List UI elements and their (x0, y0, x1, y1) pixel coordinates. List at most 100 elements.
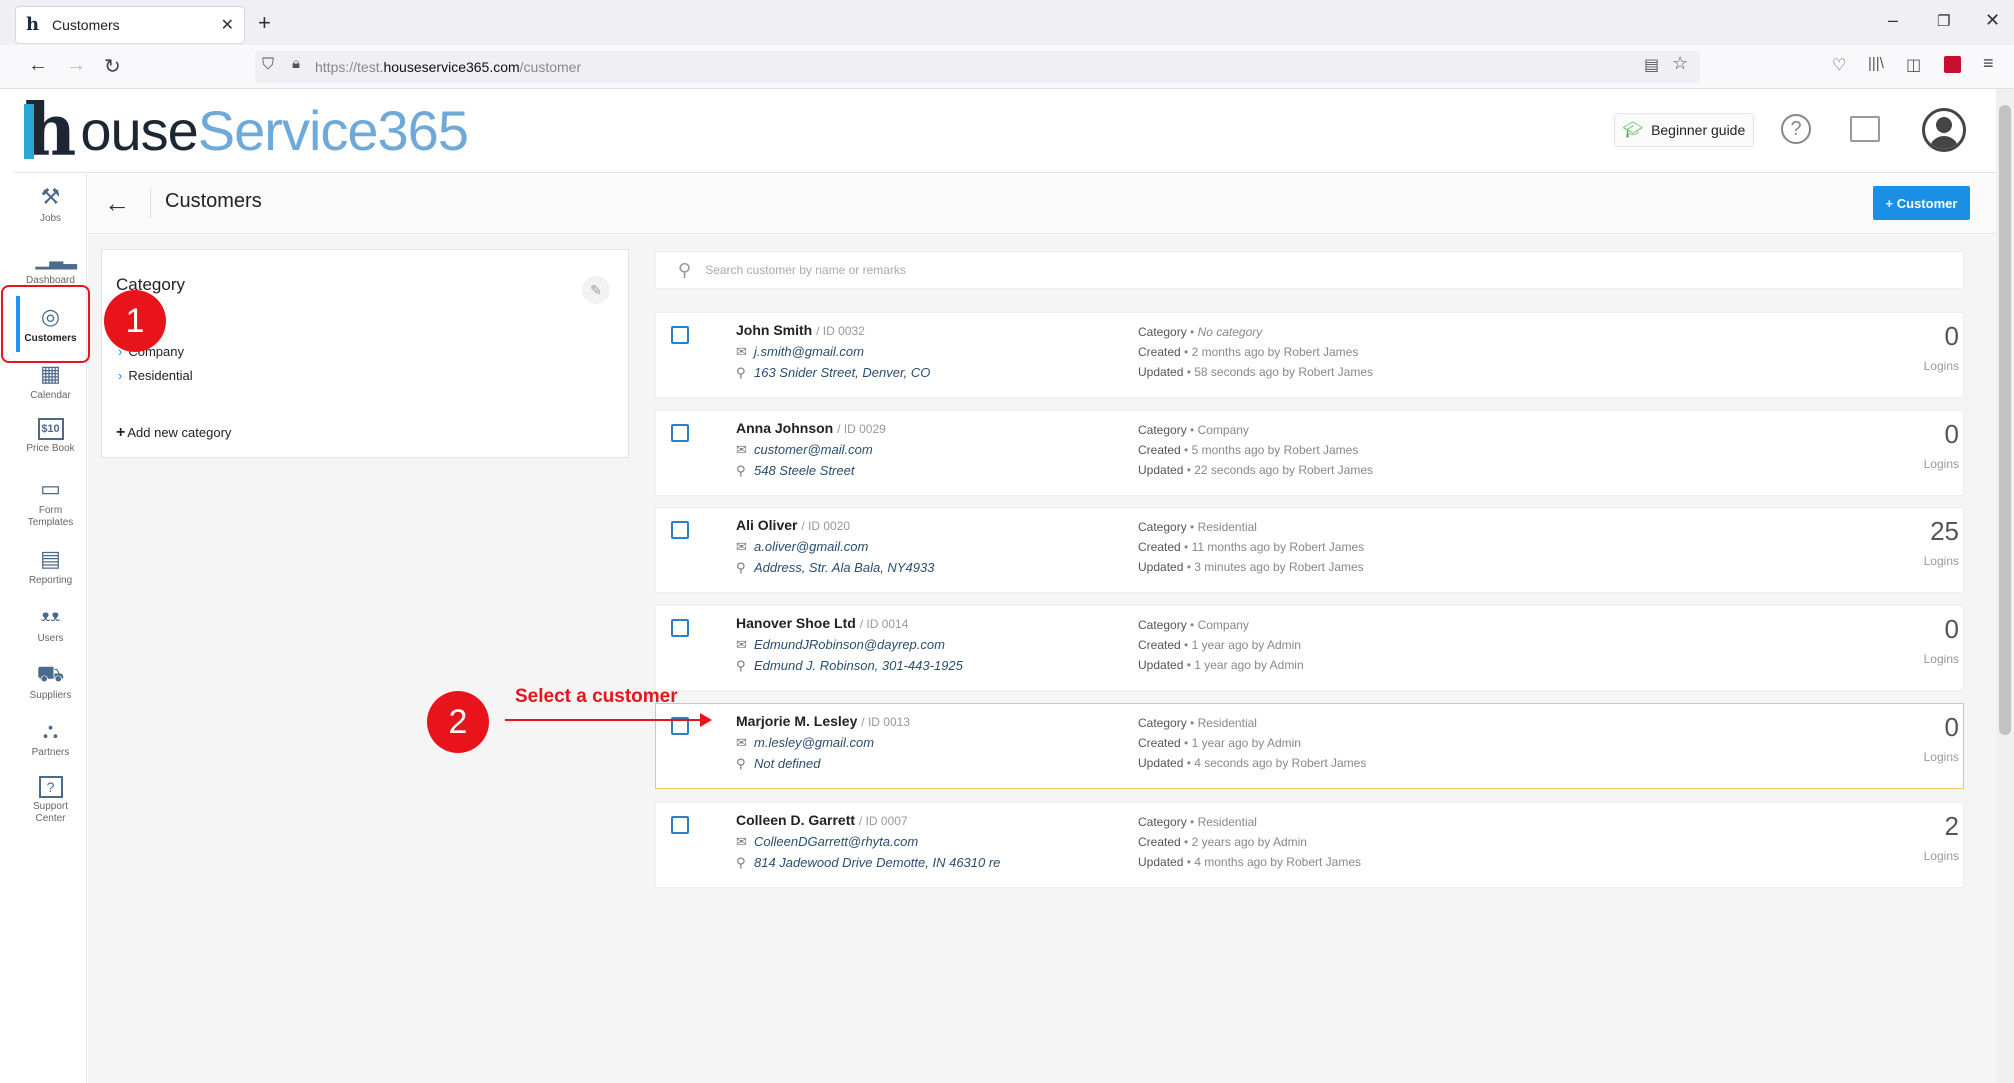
forward-icon[interactable]: → (66, 54, 86, 77)
customer-email[interactable]: ✉ EdmundJRobinson@dayrep.com (736, 637, 945, 653)
text-value: Updated (1138, 365, 1184, 379)
sidebar-item-jobs[interactable]: ⚒ Jobs (14, 184, 87, 224)
customer-name[interactable]: Colleen D. Garrett / ID 0007 (736, 812, 908, 828)
sidebar-item-price-book[interactable]: $10 Price Book (14, 418, 87, 454)
customer-email[interactable]: ✉ j.smith@gmail.com (736, 344, 864, 360)
customer-card[interactable]: Anna Johnson / ID 0029 ✉ customer@mail.com… (655, 410, 1964, 496)
text-value: • (1183, 463, 1195, 477)
houseservice365-logo[interactable]: h ouse Service365 (24, 87, 469, 172)
text-value: Updated (1138, 560, 1184, 574)
customer-card[interactable]: Ali Oliver / ID 0020 ✉ a.oliver@gmail.com ⚲… (655, 507, 1964, 593)
plus-icon: + (116, 424, 126, 441)
customer-email[interactable]: ✉ a.oliver@gmail.com (736, 539, 868, 555)
edit-pencil-icon[interactable]: ✎ (582, 276, 610, 304)
customer-checkbox[interactable] (671, 424, 689, 442)
text-value: 2 months ago by Robert James (1191, 345, 1359, 359)
location-pin-icon: ⚲ (736, 658, 746, 673)
extension-icon[interactable] (1944, 56, 1961, 73)
truck-icon: ⛟ (36, 661, 65, 686)
text-value: Hanover Shoe Ltd (736, 615, 856, 631)
help-icon[interactable]: ? (1781, 114, 1811, 144)
shield-icon[interactable]: ⛉ (262, 56, 274, 74)
annotation-step-1: 1 (104, 290, 166, 352)
logo-h-mark: h (24, 87, 77, 172)
sidebar-item-users[interactable]: ᴥᴥ Users (14, 604, 87, 644)
customer-updated: Updated • 4 months ago by Robert James (1138, 855, 1361, 869)
text-value: Created (1138, 638, 1181, 652)
customer-created: Created • 2 years ago by Admin (1138, 835, 1307, 849)
customer-checkbox[interactable] (671, 326, 689, 344)
customer-email[interactable]: ✉ customer@mail.com (736, 442, 873, 458)
minimize-button[interactable]: – (1888, 10, 1898, 31)
back-arrow-icon[interactable]: ← (104, 188, 130, 219)
reader-icon[interactable]: ▤ (1644, 55, 1659, 75)
text-value: Created (1138, 443, 1181, 457)
sidebar-toggle-icon[interactable]: ◫ (1906, 55, 1921, 75)
user-avatar[interactable] (1922, 108, 1966, 152)
customer-name[interactable]: Anna Johnson / ID 0029 (736, 420, 886, 436)
customer-checkbox[interactable] (671, 521, 689, 539)
customer-category: Category • Company (1138, 423, 1249, 437)
logins-label: Logins (1923, 652, 1959, 666)
pocket-icon[interactable]: ♡ (1832, 55, 1846, 75)
sidebar-item-reporting[interactable]: ▤ Reporting (14, 546, 87, 586)
star-icon[interactable]: ☆ (1672, 53, 1688, 74)
tab-close-icon[interactable]: ✕ (221, 15, 234, 35)
customer-name[interactable]: Hanover Shoe Ltd / ID 0014 (736, 615, 908, 631)
sidebar-item-support-center[interactable]: ? Support Center (14, 776, 87, 825)
browser-tab[interactable]: h Customers ✕ (15, 6, 245, 44)
search-input[interactable]: ⚲ Search customer by name or remarks (655, 251, 1964, 289)
scrollbar-thumb[interactable] (1999, 105, 2011, 735)
sidebar-item-form-templates[interactable]: ▭ Form Templates (14, 476, 87, 529)
customer-card[interactable]: Marjorie M. Lesley / ID 0013 ✉ m.lesley@gm… (655, 703, 1964, 789)
customer-checkbox[interactable] (671, 619, 689, 637)
beginner-guide-button[interactable]: 🎓︎ Beginner guide (1614, 113, 1754, 147)
sidebar-item-calendar[interactable]: ▦ Calendar (14, 361, 87, 401)
customer-card[interactable]: Hanover Shoe Ltd / ID 0014 ✉ EdmundJRobins… (655, 605, 1964, 691)
customer-email[interactable]: ✉ m.lesley@gmail.com (736, 735, 874, 751)
search-icon: ⚲ (678, 259, 692, 280)
text-value: Address, Str. Ala Bala, NY4933 (754, 560, 935, 575)
sidebar-label-calendar: Calendar (30, 390, 71, 401)
lock-icon[interactable]: 🔒︎ (292, 55, 300, 72)
reload-icon[interactable]: ↻ (104, 54, 121, 79)
customer-name[interactable]: Ali Oliver / ID 0020 (736, 517, 850, 533)
sidebar-item-partners[interactable]: ⛬ Partners (14, 718, 87, 758)
annotation-highlight-customers (1, 285, 90, 363)
text-value: • (1186, 618, 1198, 632)
add-category-link[interactable]: + Add new category (116, 424, 231, 442)
location-pin-icon: ⚲ (736, 463, 746, 478)
library-icon[interactable]: |||\ (1868, 55, 1884, 72)
documents-icon[interactable] (1850, 116, 1880, 142)
customer-card[interactable]: Colleen D. Garrett / ID 0007 ✉ ColleenDGar… (655, 802, 1964, 888)
customer-name[interactable]: John Smith / ID 0032 (736, 322, 865, 338)
address-bar[interactable]: https://test. houseservice365.com/custome… (255, 51, 1700, 83)
customer-checkbox[interactable] (671, 816, 689, 834)
customer-updated: Updated • 3 minutes ago by Robert James (1138, 560, 1364, 574)
menu-icon[interactable]: ≡ (1983, 53, 1994, 74)
customer-name[interactable]: Marjorie M. Lesley / ID 0013 (736, 713, 910, 729)
sidebar-label-users: Users (37, 633, 64, 644)
new-tab-button[interactable]: + (258, 10, 271, 36)
text-value: ColleenDGarrett@rhyta.com (754, 834, 919, 849)
customer-email[interactable]: ✉ ColleenDGarrett@rhyta.com (736, 834, 918, 850)
add-customer-button[interactable]: + Customer (1873, 186, 1970, 220)
back-icon[interactable]: ← (28, 54, 48, 77)
search-placeholder: Search customer by name or remarks (705, 263, 906, 277)
category-item-residential[interactable]: › Residential (118, 368, 193, 383)
sidebar-item-dashboard[interactable]: ▁▃▂ Dashboard (14, 246, 87, 286)
customer-card[interactable]: John Smith / ID 0032 ✉ j.smith@gmail.com ⚲ 1… (655, 312, 1964, 398)
sidebar-item-suppliers[interactable]: ⛟ Suppliers (14, 661, 87, 701)
sidebar-label-support-center: Support Center (32, 801, 69, 824)
site-favicon-icon: h (26, 14, 40, 35)
envelope-icon: ✉ (736, 637, 747, 652)
restore-button[interactable]: ❐ (1937, 12, 1950, 30)
text-value: Category (1138, 716, 1187, 730)
text-value: • (1186, 716, 1198, 730)
text-value: Residential (1197, 716, 1257, 730)
text-value: Marjorie M. Lesley (736, 713, 858, 729)
customer-category: Category • Company (1138, 618, 1249, 632)
report-icon: ▤ (40, 546, 61, 571)
text-value: Anna Johnson (736, 420, 834, 436)
close-window-button[interactable]: ✕ (1985, 10, 2000, 31)
